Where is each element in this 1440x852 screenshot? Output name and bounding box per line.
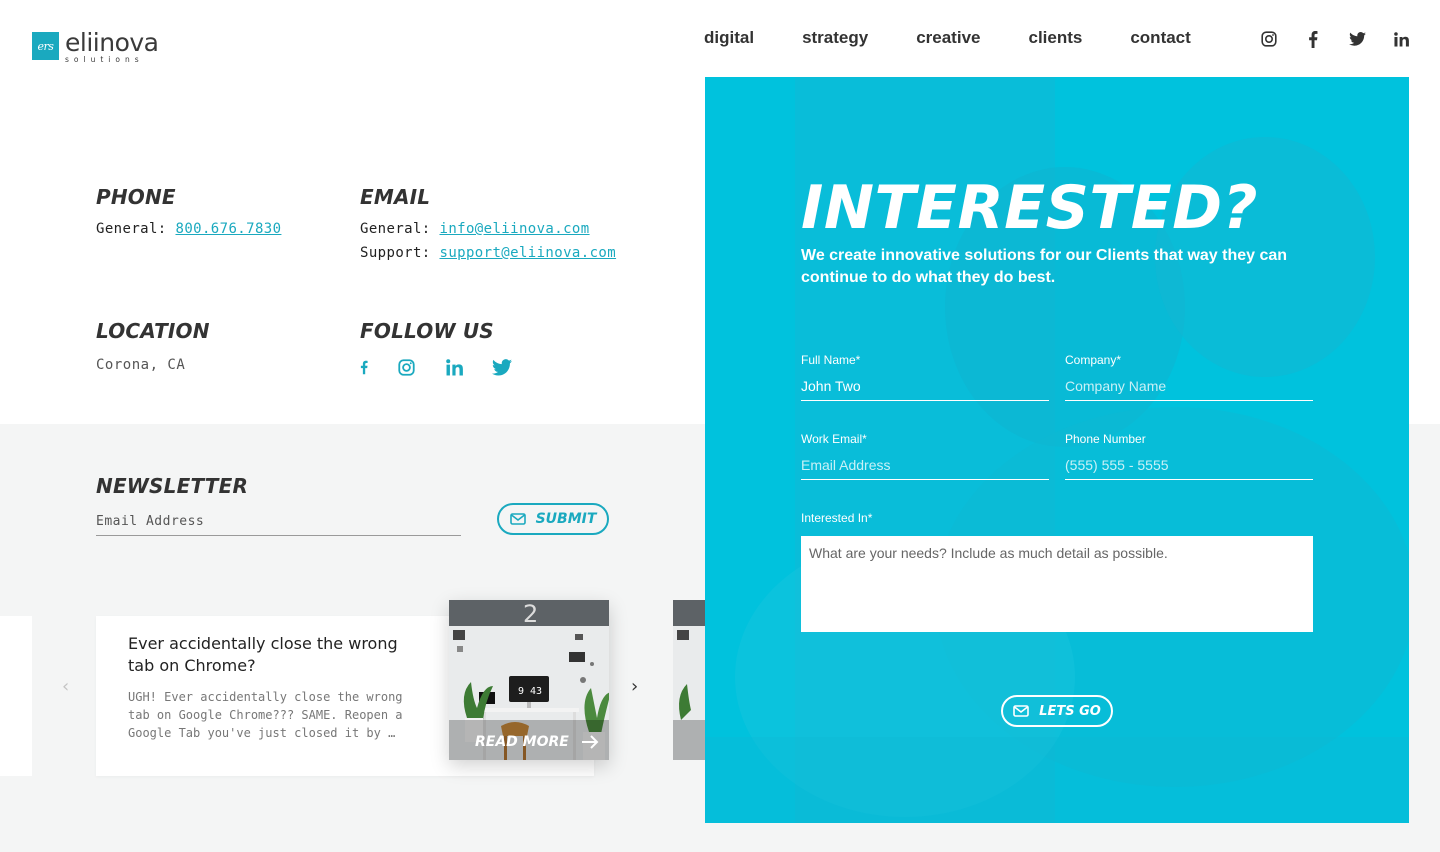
location-section: LOCATION Corona, CA <box>96 319 210 373</box>
facebook-icon[interactable] <box>1304 30 1322 48</box>
twitter-icon[interactable] <box>492 357 512 377</box>
submit-label: SUBMIT <box>535 511 597 527</box>
blog-post-title[interactable]: Ever accidentally close the wrong tab on… <box>128 633 428 677</box>
work-email-field: Work Email* <box>801 432 1049 480</box>
full-name-field: Full Name* <box>801 353 1049 401</box>
nav-item-strategy[interactable]: strategy <box>802 28 868 48</box>
lets-go-label: LETS GO <box>1039 703 1101 719</box>
newsletter-heading: NEWSLETTER <box>96 474 249 498</box>
phone-number-field: Phone Number <box>1065 432 1313 480</box>
location-text: Corona, CA <box>96 357 186 373</box>
email-general-label: General: <box>360 221 431 237</box>
company-label: Company* <box>1065 353 1122 367</box>
contact-form-panel: INTERESTED? We create innovative solutio… <box>705 77 1409 823</box>
phone-label: General: <box>96 221 167 237</box>
carousel-next-arrow-icon[interactable]: › <box>631 676 638 697</box>
follow-heading: FOLLOW US <box>360 319 494 343</box>
instagram-icon[interactable] <box>1260 30 1278 48</box>
instagram-icon[interactable] <box>396 357 416 377</box>
read-more-link[interactable]: READ MORE <box>475 734 599 750</box>
work-email-input[interactable] <box>801 450 1049 480</box>
linkedin-icon[interactable] <box>444 357 464 377</box>
envelope-icon <box>1013 705 1029 717</box>
brand-logo[interactable]: ers eliinova solutions <box>32 28 159 64</box>
phone-number-input[interactable] <box>1065 450 1313 480</box>
previous-card-edge[interactable] <box>0 616 32 776</box>
logo-tagline: solutions <box>65 55 144 64</box>
phone-number-label: Phone Number <box>1065 432 1146 446</box>
newsletter-submit-button[interactable]: SUBMIT <box>497 503 609 535</box>
interested-in-textarea[interactable] <box>801 536 1313 632</box>
email-section: EMAIL General: info@eliinova.com Support… <box>360 185 616 261</box>
interested-in-label: Interested In* <box>801 511 873 525</box>
nav-item-digital[interactable]: digital <box>704 28 754 48</box>
carousel-prev-arrow-icon[interactable]: ‹ <box>62 676 69 697</box>
email-support-link[interactable]: support@eliinova.com <box>439 245 616 261</box>
nav-item-contact[interactable]: contact <box>1130 28 1190 48</box>
envelope-icon <box>509 513 526 525</box>
form-title: INTERESTED? <box>801 173 1258 243</box>
facebook-icon[interactable] <box>360 357 368 377</box>
phone-heading: PHONE <box>96 185 176 209</box>
main-nav: digital strategy creative clients contac… <box>704 28 1239 48</box>
blog-post-excerpt: UGH! Ever accidentally close the wrong t… <box>128 690 403 740</box>
nav-item-creative[interactable]: creative <box>916 28 980 48</box>
phone-section: PHONE General: 800.676.7830 <box>96 185 281 237</box>
form-subtitle: We create innovative solutions for our C… <box>801 247 1288 286</box>
twitter-icon[interactable] <box>1348 30 1366 48</box>
company-field: Company* <box>1065 353 1313 401</box>
newsletter-email-input[interactable] <box>96 508 461 536</box>
header-social-links <box>1260 30 1436 48</box>
nav-item-clients[interactable]: clients <box>1028 28 1082 48</box>
company-input[interactable] <box>1065 371 1313 401</box>
logo-wordmark: eliinova <box>65 28 159 57</box>
full-name-label: Full Name* <box>801 353 861 367</box>
arrow-right-icon <box>581 735 599 749</box>
follow-section: FOLLOW US <box>360 319 540 377</box>
read-more-label: READ MORE <box>475 734 569 750</box>
full-name-input[interactable] <box>801 371 1049 401</box>
email-general-link[interactable]: info@eliinova.com <box>439 221 589 237</box>
next-blog-post-image[interactable] <box>673 600 705 760</box>
svg-text:2: 2 <box>523 600 538 628</box>
email-support-label: Support: <box>360 245 431 261</box>
work-email-label: Work Email* <box>801 432 867 446</box>
lets-go-button[interactable]: LETS GO <box>1001 695 1113 727</box>
logo-mark: ers <box>32 32 59 60</box>
location-heading: LOCATION <box>96 319 210 343</box>
blog-post-image[interactable]: 2 9 43 READ MORE <box>449 600 609 760</box>
clock-display: 9 43 <box>518 686 542 697</box>
phone-link[interactable]: 800.676.7830 <box>175 221 281 237</box>
email-heading: EMAIL <box>360 185 431 209</box>
linkedin-icon[interactable] <box>1392 30 1410 48</box>
